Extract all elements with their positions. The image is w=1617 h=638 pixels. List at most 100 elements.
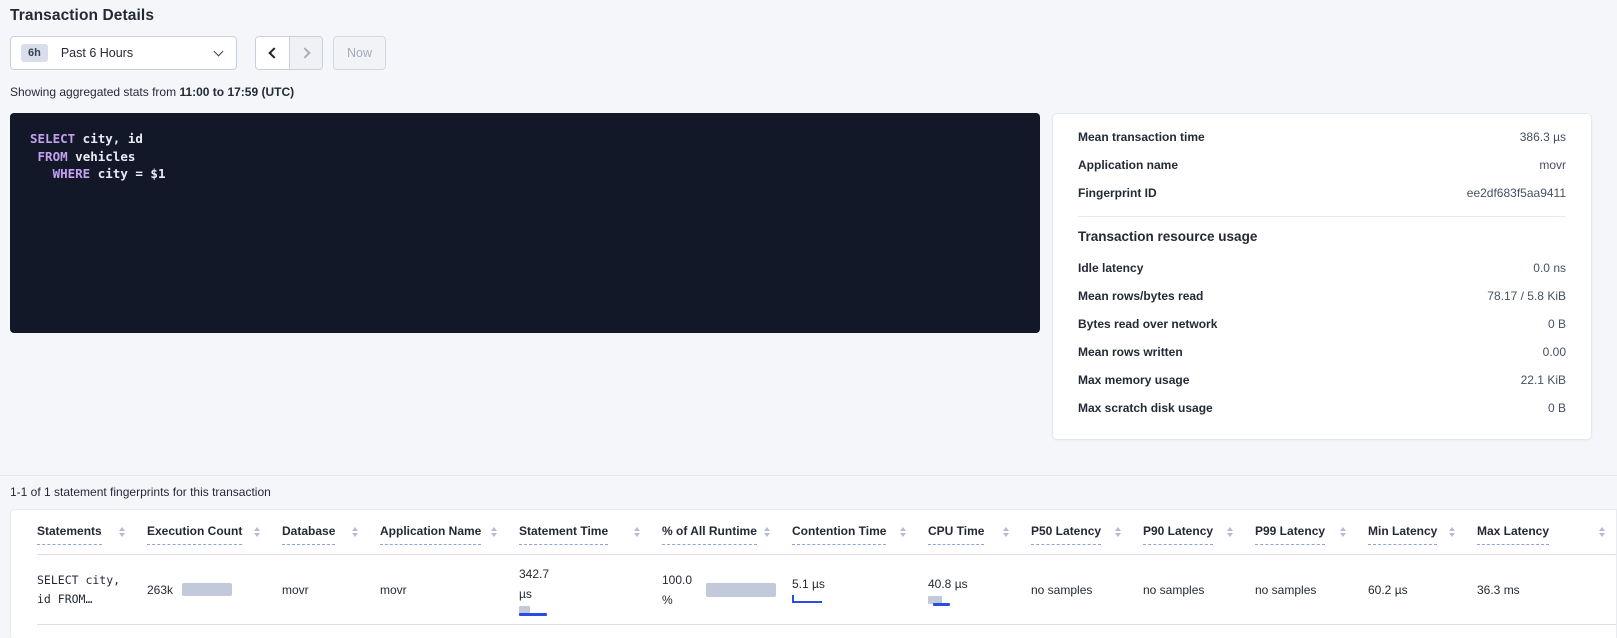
resource-row-mean-rows-written: Mean rows written 0.00 <box>1078 338 1566 366</box>
sort-icon[interactable] <box>352 527 358 537</box>
sort-icon[interactable] <box>491 527 497 537</box>
summary-value: 386.3 µs <box>1520 130 1566 144</box>
resource-row-idle-latency: Idle latency 0.0 ns <box>1078 254 1566 282</box>
sql-keyword: FROM <box>38 149 68 164</box>
resource-value: 0.0 ns <box>1533 261 1566 275</box>
aggregation-note-prefix: Showing aggregated stats from <box>10 85 179 99</box>
resource-label: Bytes read over network <box>1078 317 1217 331</box>
sort-icon[interactable] <box>764 527 770 537</box>
cell-database: movr <box>282 583 380 597</box>
sort-icon[interactable] <box>119 527 125 537</box>
col-header-pct-of-all-runtime[interactable]: % of All Runtime <box>662 524 792 545</box>
col-header-execution-count[interactable]: Execution Count <box>147 524 282 545</box>
contention-time-bar <box>792 594 822 603</box>
col-header-p99-latency[interactable]: P99 Latency <box>1255 524 1368 545</box>
sql-text: city, id <box>75 131 143 146</box>
sort-icon[interactable] <box>1340 527 1346 537</box>
sql-indent <box>30 166 53 181</box>
summary-row-fingerprint-id: Fingerprint ID ee2df683f5aa9411 <box>1078 179 1566 207</box>
time-range-dropdown[interactable]: 6h Past 6 Hours <box>10 36 237 70</box>
sort-icon[interactable] <box>254 527 260 537</box>
cell-max-latency: 36.3 ms <box>1477 583 1617 597</box>
statements-count-caption: 1-1 of 1 statement fingerprints for this… <box>10 485 1617 499</box>
sql-text: vehicles <box>68 149 136 164</box>
time-nav-group <box>255 36 323 70</box>
sort-icon[interactable] <box>1449 527 1455 537</box>
summary-row-application-name: Application name movr <box>1078 151 1566 179</box>
sql-indent <box>30 149 38 164</box>
resource-label: Max scratch disk usage <box>1078 401 1213 415</box>
cell-cpu-time: 40.8 µs <box>928 574 1031 606</box>
table-row: SELECT city, id FROM… 263k movr movr 342… <box>37 555 1616 625</box>
execution-count-value: 263k <box>147 583 173 597</box>
resource-label: Mean rows/bytes read <box>1078 289 1203 303</box>
statements-table-header: Statements Execution Count Database Appl… <box>37 524 1616 555</box>
sort-icon[interactable] <box>634 527 640 537</box>
section-divider <box>0 475 1617 476</box>
resource-value: 0 B <box>1548 317 1566 331</box>
now-button[interactable]: Now <box>333 36 386 70</box>
card-divider <box>1078 216 1566 217</box>
pct-runtime-value: 100.0 % <box>662 570 700 610</box>
sql-query-box: SELECT city, id FROM vehicles WHERE city… <box>10 113 1040 333</box>
col-header-database[interactable]: Database <box>282 524 380 545</box>
cell-pct-of-all-runtime: 100.0 % <box>662 570 792 610</box>
col-header-max-latency[interactable]: Max Latency <box>1477 524 1617 545</box>
col-header-statements[interactable]: Statements <box>37 524 147 545</box>
resource-value: 78.17 / 5.8 KiB <box>1487 289 1566 303</box>
sql-keyword: SELECT <box>30 131 75 146</box>
statements-table: Statements Execution Count Database Appl… <box>10 509 1617 638</box>
cell-p99-latency: no samples <box>1255 583 1368 597</box>
execution-count-bar <box>182 583 232 596</box>
sort-icon[interactable] <box>1599 527 1605 537</box>
col-header-contention-time[interactable]: Contention Time <box>792 524 928 545</box>
sort-icon[interactable] <box>1115 527 1121 537</box>
prev-time-button[interactable] <box>256 37 289 69</box>
cell-contention-time: 5.1 µs <box>792 577 928 603</box>
summary-label: Fingerprint ID <box>1078 186 1157 200</box>
transaction-summary-card: Mean transaction time 386.3 µs Applicati… <box>1052 113 1592 440</box>
page-title: Transaction Details <box>10 7 1617 25</box>
cell-p50-latency: no samples <box>1031 583 1143 597</box>
col-header-min-latency[interactable]: Min Latency <box>1368 524 1477 545</box>
cell-min-latency: 60.2 µs <box>1368 583 1477 597</box>
cpu-time-value: 40.8 µs <box>928 574 970 594</box>
resource-row-mean-rows-bytes-read: Mean rows/bytes read 78.17 / 5.8 KiB <box>1078 282 1566 310</box>
statement-text-line1: SELECT city, <box>37 571 131 590</box>
time-toolbar: 6h Past 6 Hours Now <box>10 36 1617 70</box>
next-time-button[interactable] <box>289 37 322 69</box>
sort-icon[interactable] <box>1003 527 1009 537</box>
col-header-cpu-time[interactable]: CPU Time <box>928 524 1031 545</box>
col-header-p90-latency[interactable]: P90 Latency <box>1143 524 1255 545</box>
col-header-application-name[interactable]: Application Name <box>380 524 519 545</box>
pct-runtime-bar <box>706 583 776 597</box>
sort-icon[interactable] <box>900 527 906 537</box>
time-range-badge: 6h <box>21 44 48 62</box>
sort-icon[interactable] <box>1227 527 1233 537</box>
resource-value: 22.1 KiB <box>1521 373 1566 387</box>
sql-query-text: SELECT city, id FROM vehicles WHERE city… <box>30 130 1020 183</box>
col-header-statement-time[interactable]: Statement Time <box>519 524 662 545</box>
statement-time-value: 342.7 µs <box>519 564 561 604</box>
cell-execution-count: 263k <box>147 583 282 597</box>
resource-label: Idle latency <box>1078 261 1143 275</box>
col-header-p50-latency[interactable]: P50 Latency <box>1031 524 1143 545</box>
aggregation-note: Showing aggregated stats from 11:00 to 1… <box>10 85 1617 99</box>
resource-row-max-memory-usage: Max memory usage 22.1 KiB <box>1078 366 1566 394</box>
chevron-left-icon <box>268 47 279 58</box>
cpu-time-bar <box>928 596 958 606</box>
sql-keyword: WHERE <box>53 166 91 181</box>
summary-row-mean-transaction-time: Mean transaction time 386.3 µs <box>1078 123 1566 151</box>
cell-statement: SELECT city, id FROM… <box>37 571 147 609</box>
resource-row-max-scratch-disk-usage: Max scratch disk usage 0 B <box>1078 394 1566 422</box>
resource-label: Mean rows written <box>1078 345 1183 359</box>
sql-text: city = $1 <box>90 166 165 181</box>
resource-value: 0.00 <box>1543 345 1566 359</box>
cell-p90-latency: no samples <box>1143 583 1255 597</box>
resource-label: Max memory usage <box>1078 373 1189 387</box>
summary-label: Mean transaction time <box>1078 130 1205 144</box>
content-row: SELECT city, id FROM vehicles WHERE city… <box>10 113 1617 440</box>
transaction-details-page: Transaction Details 6h Past 6 Hours Now … <box>0 7 1617 638</box>
statement-text-line2: id FROM… <box>37 590 131 609</box>
resource-usage-title: Transaction resource usage <box>1078 229 1566 244</box>
